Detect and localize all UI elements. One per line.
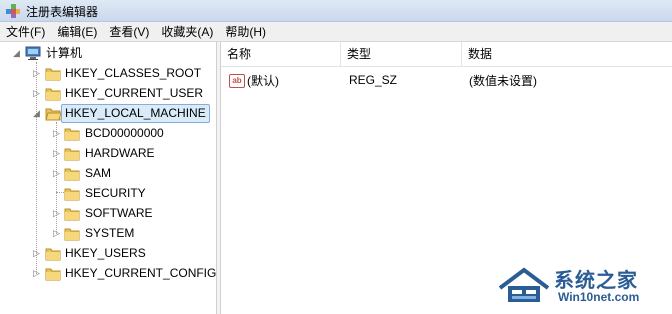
tree-node-system[interactable]: ▷ SYSTEM xyxy=(0,224,216,244)
tree-label: HKEY_USERS xyxy=(65,246,146,260)
house-logo-icon xyxy=(498,267,550,302)
list-header: 名称 类型 数据 xyxy=(221,42,672,67)
expand-triangle-icon[interactable]: ▷ xyxy=(52,129,61,138)
tree-label-selected: HKEY_LOCAL_MACHINE xyxy=(61,104,210,123)
tree-label: HKEY_CLASSES_ROOT xyxy=(65,66,202,80)
tree-label: SECURITY xyxy=(85,186,146,200)
menu-bar: 文件(F) 编辑(E) 查看(V) 收藏夹(A) 帮助(H) xyxy=(0,22,672,42)
column-header-data[interactable]: 数据 xyxy=(462,42,672,66)
value-data: (数值未设置) xyxy=(469,73,537,88)
value-name-cell: ab (默认) xyxy=(221,72,341,89)
expand-triangle-icon[interactable]: ▷ xyxy=(32,69,41,78)
expand-triangle-icon[interactable]: ▷ xyxy=(52,149,61,158)
menu-view[interactable]: 查看(V) xyxy=(103,22,155,42)
folder-icon xyxy=(45,248,61,261)
column-header-name[interactable]: 名称 xyxy=(221,42,341,66)
folder-icon xyxy=(64,228,80,241)
tree-label: SYSTEM xyxy=(85,226,135,240)
tree-node-computer[interactable]: ◢ 计算机 xyxy=(0,44,216,64)
folder-icon xyxy=(64,148,80,161)
computer-icon xyxy=(25,46,41,60)
folder-icon xyxy=(64,168,80,181)
watermark-title: 系统之家 xyxy=(554,268,638,292)
value-row[interactable]: ab (默认) REG_SZ (数值未设置) xyxy=(221,70,672,90)
menu-favorites[interactable]: 收藏夹(A) xyxy=(155,22,219,42)
tree-node-hkey-local-machine[interactable]: ◢ HKEY_LOCAL_MACHINE xyxy=(0,104,216,124)
tree-node-hardware[interactable]: ▷ HARDWARE xyxy=(0,144,216,164)
watermark: 系统之家 Win10net.com xyxy=(496,262,666,310)
folder-icon xyxy=(64,128,80,141)
tree-node-hkey-current-config[interactable]: ▷ HKEY_CURRENT_CONFIG xyxy=(0,264,217,284)
tree-node-security[interactable]: SECURITY xyxy=(0,184,216,204)
watermark-url: Win10net.com xyxy=(558,290,640,304)
tree-label: HKEY_CURRENT_CONFIG xyxy=(65,266,217,280)
menu-edit[interactable]: 编辑(E) xyxy=(51,22,103,42)
tree-label: HARDWARE xyxy=(85,146,155,160)
folder-icon xyxy=(45,68,61,81)
menu-file[interactable]: 文件(F) xyxy=(0,22,51,42)
expand-triangle-icon[interactable]: ▷ xyxy=(32,89,41,98)
expand-triangle-icon[interactable]: ▷ xyxy=(52,209,61,218)
folder-icon xyxy=(64,188,80,201)
menu-help[interactable]: 帮助(H) xyxy=(219,22,272,42)
expand-triangle-icon[interactable]: ▷ xyxy=(52,229,61,238)
tree-label: BCD00000000 xyxy=(85,126,164,140)
window-title: 注册表编辑器 xyxy=(26,5,99,19)
collapse-triangle-icon[interactable]: ◢ xyxy=(32,109,41,118)
folder-icon xyxy=(45,268,61,281)
value-name: (默认) xyxy=(247,73,279,88)
string-value-icon: ab xyxy=(229,74,245,89)
tree-node-hkey-users[interactable]: ▷ HKEY_USERS xyxy=(0,244,216,264)
folder-icon xyxy=(45,88,61,101)
tree-label: SOFTWARE xyxy=(85,206,153,220)
tree-node-bcd[interactable]: ▷ BCD00000000 xyxy=(0,124,216,144)
expand-triangle-icon[interactable]: ▷ xyxy=(32,249,41,258)
title-bar: 注册表编辑器 xyxy=(0,0,672,22)
key-tree-pane[interactable]: ◢ 计算机 ▷ HKEY_CLASSES_ROOT ▷ HKEY_CURRENT… xyxy=(0,42,217,314)
tree-label: 计算机 xyxy=(46,46,83,60)
tree-node-sam[interactable]: ▷ SAM xyxy=(0,164,216,184)
tree-node-hkey-current-user[interactable]: ▷ HKEY_CURRENT_USER xyxy=(0,84,216,104)
expand-triangle-icon[interactable]: ▷ xyxy=(52,169,61,178)
tree-node-hkey-classes-root[interactable]: ▷ HKEY_CLASSES_ROOT xyxy=(0,64,216,84)
expand-triangle-icon[interactable]: ▷ xyxy=(32,269,41,278)
column-header-type[interactable]: 类型 xyxy=(341,42,462,66)
folder-icon xyxy=(64,208,80,221)
collapse-triangle-icon[interactable]: ◢ xyxy=(12,49,21,58)
open-folder-icon xyxy=(45,108,61,121)
tree-label: HKEY_CURRENT_USER xyxy=(65,86,204,100)
tree-label: SAM xyxy=(85,166,112,180)
registry-editor-icon xyxy=(6,4,20,18)
tree-node-software[interactable]: ▷ SOFTWARE xyxy=(0,204,216,224)
value-type: REG_SZ xyxy=(349,73,398,87)
